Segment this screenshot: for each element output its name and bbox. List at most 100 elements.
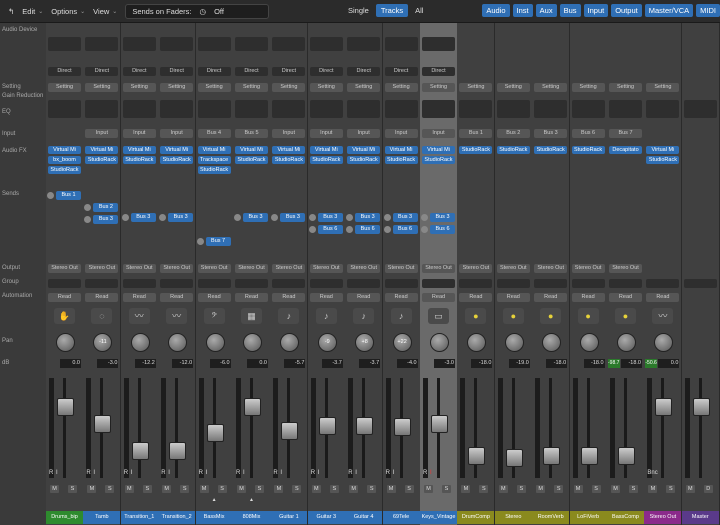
- track-name[interactable]: Guitar 1: [270, 511, 308, 524]
- direct-button[interactable]: Direct: [422, 67, 455, 76]
- input-slot[interactable]: Bus 6: [571, 129, 605, 138]
- send-level-knob[interactable]: [308, 226, 316, 233]
- automation-mode[interactable]: Read: [122, 293, 156, 302]
- output-slot[interactable]: Stereo Out: [534, 264, 568, 273]
- input-monitor-button[interactable]: I: [393, 470, 395, 476]
- view-menu[interactable]: View ⌄: [93, 7, 117, 16]
- input-slot[interactable]: Input: [85, 129, 119, 138]
- setting-button[interactable]: Setting: [347, 83, 381, 92]
- send-level-knob[interactable]: [383, 226, 391, 233]
- audio-fx-slot[interactable]: StudioRack: [160, 156, 194, 164]
- output-slot[interactable]: Stereo Out: [571, 264, 605, 273]
- track-name[interactable]: Drums_bip: [46, 511, 83, 524]
- setting-button[interactable]: Setting: [197, 83, 231, 92]
- mute-button[interactable]: M: [648, 485, 658, 493]
- track-name[interactable]: RoomVerb: [532, 511, 570, 524]
- eq-display[interactable]: [197, 100, 231, 118]
- audio-fx-slot[interactable]: Virtual Mi: [48, 146, 81, 154]
- eq-display[interactable]: [85, 100, 119, 118]
- send-level-knob[interactable]: [383, 214, 391, 221]
- send-slot[interactable]: Bus 3: [168, 213, 194, 222]
- setting-button[interactable]: Setting: [85, 83, 119, 92]
- group-slot[interactable]: [85, 279, 119, 288]
- filter-aux[interactable]: Aux: [535, 4, 557, 17]
- record-enable-button[interactable]: R: [273, 470, 277, 476]
- audio-fx-slot[interactable]: StudioRack: [85, 156, 119, 164]
- solo-button[interactable]: S: [292, 485, 302, 493]
- send-slot[interactable]: Bus 6: [317, 225, 343, 234]
- audio-fx-slot[interactable]: Virtual Mi: [646, 146, 680, 154]
- input-monitor-button[interactable]: I: [168, 470, 170, 476]
- filter-master-vca[interactable]: Master/VCA: [644, 4, 694, 17]
- send-level-knob[interactable]: [159, 214, 167, 221]
- input-slot[interactable]: Input: [309, 129, 343, 138]
- automation-mode[interactable]: Read: [85, 293, 119, 302]
- group-slot[interactable]: [48, 279, 81, 288]
- volume-fader[interactable]: [618, 447, 635, 465]
- setting-button[interactable]: Setting: [609, 83, 642, 92]
- send-slot[interactable]: Bus 2: [93, 203, 119, 212]
- mute-button[interactable]: M: [424, 485, 433, 493]
- volume-fader[interactable]: [543, 447, 561, 465]
- input-slot[interactable]: Bus 5: [235, 129, 268, 138]
- output-slot[interactable]: Stereo Out: [609, 264, 642, 273]
- volume-fader[interactable]: [356, 416, 374, 435]
- single-tab[interactable]: Single: [343, 4, 374, 17]
- track-name[interactable]: DrumComp: [457, 511, 495, 524]
- pan-knob[interactable]: -9: [317, 333, 337, 352]
- group-slot[interactable]: [683, 279, 717, 288]
- send-slot[interactable]: Bus 6: [392, 225, 418, 234]
- bounce-button[interactable]: Bnc: [647, 470, 657, 476]
- input-monitor-button[interactable]: I: [355, 470, 357, 476]
- send-slot[interactable]: Bus 3: [280, 213, 306, 222]
- group-slot[interactable]: [459, 279, 493, 288]
- audio-fx-slot[interactable]: StudioRack: [235, 156, 268, 164]
- output-slot[interactable]: Stereo Out: [48, 264, 81, 273]
- input-monitor-button[interactable]: I: [93, 470, 95, 476]
- audio-device-slot[interactable]: [384, 37, 418, 51]
- audio-fx-slot[interactable]: Virtual Mi: [85, 146, 119, 154]
- track-name[interactable]: Guitar 4: [345, 511, 383, 524]
- direct-button[interactable]: Direct: [309, 67, 343, 76]
- audio-device-slot[interactable]: [160, 37, 194, 51]
- audio-fx-slot[interactable]: StudioRack: [646, 156, 680, 164]
- send-slot[interactable]: Bus 3: [392, 213, 418, 222]
- automation-mode[interactable]: Read: [309, 293, 343, 302]
- record-enable-button[interactable]: R: [124, 470, 128, 476]
- send-level-knob[interactable]: [234, 214, 241, 221]
- input-slot[interactable]: Bus 4: [197, 129, 231, 138]
- group-slot[interactable]: [272, 279, 306, 288]
- pan-knob[interactable]: [130, 333, 150, 352]
- send-level-knob[interactable]: [421, 226, 428, 233]
- audio-fx-slot[interactable]: Virtual Mi: [347, 146, 381, 154]
- edit-menu[interactable]: Edit ⌄: [22, 7, 43, 16]
- direct-button[interactable]: Direct: [384, 67, 418, 76]
- expand-triangle-icon[interactable]: ▲: [212, 497, 217, 503]
- mute-button[interactable]: M: [461, 485, 471, 493]
- setting-button[interactable]: Setting: [272, 83, 306, 92]
- audio-device-slot[interactable]: [309, 37, 343, 51]
- tracks-tab[interactable]: Tracks: [375, 4, 409, 17]
- eq-display[interactable]: [272, 100, 306, 118]
- automation-mode[interactable]: Read: [459, 293, 493, 302]
- record-enable-button[interactable]: R: [86, 470, 90, 476]
- expand-triangle-icon[interactable]: ▲: [249, 497, 254, 503]
- setting-button[interactable]: Setting: [459, 83, 493, 92]
- send-level-knob[interactable]: [196, 238, 204, 245]
- output-slot[interactable]: Stereo Out: [85, 264, 119, 273]
- mute-button[interactable]: M: [685, 485, 695, 493]
- audio-device-slot[interactable]: [272, 37, 306, 51]
- output-slot[interactable]: Stereo Out: [197, 264, 231, 273]
- audio-device-slot[interactable]: [197, 37, 231, 51]
- volume-fader[interactable]: [655, 398, 673, 417]
- mute-button[interactable]: M: [611, 485, 620, 493]
- input-slot[interactable]: Input: [384, 129, 418, 138]
- options-menu[interactable]: Options ⌄: [51, 7, 85, 16]
- eq-display[interactable]: [235, 100, 268, 118]
- send-level-knob[interactable]: [421, 214, 428, 221]
- pan-knob[interactable]: [504, 333, 524, 352]
- solo-button[interactable]: S: [479, 485, 489, 493]
- audio-device-slot[interactable]: [48, 37, 81, 51]
- dim-button[interactable]: D: [703, 485, 713, 493]
- send-slot[interactable]: Bus 3: [317, 213, 343, 222]
